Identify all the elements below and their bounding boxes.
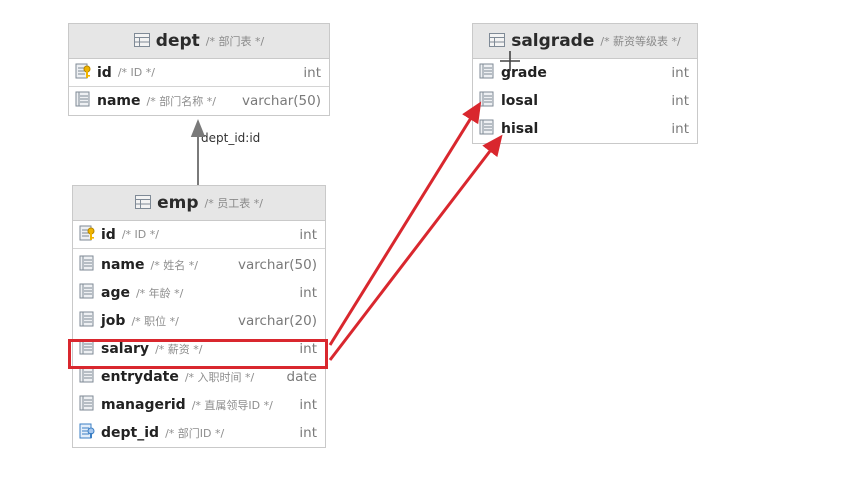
move-cursor-icon (500, 51, 520, 71)
connector-layer (190, 51, 520, 361)
salary-to-hisal-arrow (328, 134, 503, 361)
salary-to-losal-arrow (328, 101, 482, 346)
